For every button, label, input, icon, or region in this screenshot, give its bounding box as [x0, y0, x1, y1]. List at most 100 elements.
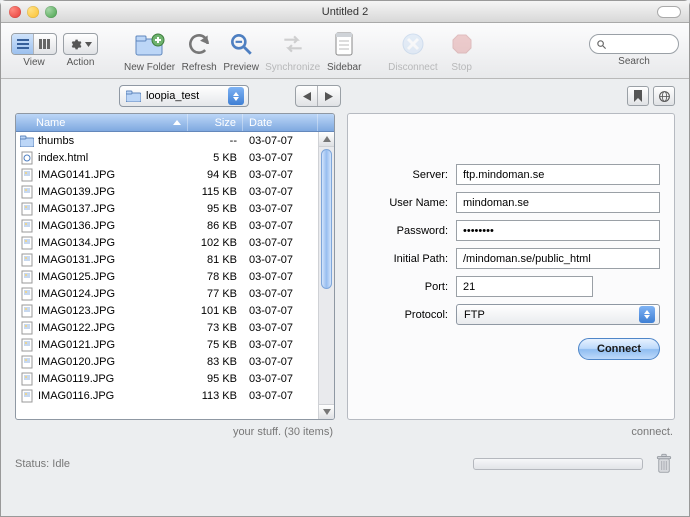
sidebar-button[interactable]: [326, 28, 362, 60]
file-date: 03-07-07: [243, 288, 318, 300]
sidebar-label: Sidebar: [327, 62, 361, 73]
scrollbar-thumb[interactable]: [321, 149, 332, 289]
port-field[interactable]: [456, 276, 593, 297]
file-date: 03-07-07: [243, 322, 318, 334]
table-row[interactable]: IMAG0119.JPG95 KB03-07-07: [16, 370, 318, 387]
forward-button[interactable]: [318, 86, 340, 106]
globe-button[interactable]: [653, 86, 675, 106]
file-size: 115 KB: [188, 186, 243, 198]
view-mode-segment[interactable]: [11, 33, 57, 55]
protocol-label: Protocol:: [362, 309, 448, 321]
list-view-icon[interactable]: [12, 34, 34, 54]
file-size: 86 KB: [188, 220, 243, 232]
folder-icon: [126, 90, 141, 102]
item-count: your stuff. (30 items): [15, 420, 335, 438]
file-name: IMAG0122.JPG: [38, 322, 115, 334]
column-date[interactable]: Date: [243, 114, 318, 131]
vertical-scrollbar[interactable]: [318, 132, 334, 419]
file-size: 95 KB: [188, 373, 243, 385]
username-field[interactable]: [456, 192, 660, 213]
file-size: 102 KB: [188, 237, 243, 249]
toolbar: View Action New Folder Refresh Preview S…: [1, 23, 689, 79]
image-icon: [20, 389, 34, 403]
bookmark-button[interactable]: [627, 86, 649, 106]
main-area: Name Size Date thumbs--03-07-07index.htm…: [1, 113, 689, 444]
table-row[interactable]: IMAG0139.JPG 115 KB03-07-07: [16, 183, 318, 200]
file-name: IMAG0116.JPG: [38, 390, 114, 402]
table-row[interactable]: IMAG0131.JPG81 KB03-07-07: [16, 251, 318, 268]
table-row[interactable]: thumbs --03-07-07: [16, 132, 318, 149]
file-size: --: [188, 135, 243, 147]
back-button[interactable]: [296, 86, 318, 106]
file-name: IMAG0119.JPG: [38, 373, 114, 385]
table-row[interactable]: index.html5 KB03-07-07: [16, 149, 318, 166]
table-row[interactable]: IMAG0122.JPG73 KB03-07-07: [16, 319, 318, 336]
password-label: Password:: [362, 225, 448, 237]
table-row[interactable]: IMAG0124.JPG77 KB03-07-07: [16, 285, 318, 302]
window-title: Untitled 2: [1, 6, 689, 18]
table-row[interactable]: IMAG0134.JPG102 KB03-07-07: [16, 234, 318, 251]
server-field[interactable]: [456, 164, 660, 185]
search-icon: [596, 39, 607, 50]
image-icon: [20, 338, 34, 352]
file-size: 95 KB: [188, 203, 243, 215]
table-row[interactable]: IMAG0123.JPG101 KB03-07-07: [16, 302, 318, 319]
initial-path-field[interactable]: [456, 248, 660, 269]
file-date: 03-07-07: [243, 305, 318, 317]
file-size: 77 KB: [188, 288, 243, 300]
column-size[interactable]: Size: [188, 114, 243, 131]
new-folder-label: New Folder: [124, 62, 175, 73]
history-nav[interactable]: [295, 85, 341, 107]
file-name: IMAG0141.JPG: [38, 169, 115, 181]
file-date: 03-07-07: [243, 339, 318, 351]
file-name: thumbs: [38, 135, 74, 147]
file-size: 78 KB: [188, 271, 243, 283]
column-name[interactable]: Name: [16, 114, 188, 131]
file-name: IMAG0121.JPG: [38, 339, 115, 351]
file-size: 81 KB: [188, 254, 243, 266]
image-icon: [20, 270, 34, 284]
file-date: 03-07-07: [243, 152, 318, 164]
table-row[interactable]: IMAG0116.JPG113 KB03-07-07: [16, 387, 318, 404]
refresh-button[interactable]: [181, 28, 217, 60]
titlebar: Untitled 2: [1, 1, 689, 23]
table-row[interactable]: IMAG0121.JPG 75 KB03-07-07: [16, 336, 318, 353]
image-icon: [20, 304, 34, 318]
chevron-down-icon: [85, 42, 92, 47]
trash-button[interactable]: [653, 452, 675, 476]
file-date: 03-07-07: [243, 356, 318, 368]
protocol-select[interactable]: FTP: [456, 304, 660, 325]
file-date: 03-07-07: [243, 135, 318, 147]
search-field[interactable]: [589, 34, 679, 54]
table-header[interactable]: Name Size Date: [16, 114, 334, 132]
folder-popup[interactable]: loopia_test: [119, 85, 249, 107]
table-row[interactable]: IMAG0136.JPG86 KB03-07-07: [16, 217, 318, 234]
table-row[interactable]: IMAG0137.JPG95 KB03-07-07: [16, 200, 318, 217]
scroll-down-icon[interactable]: [319, 404, 334, 419]
table-row[interactable]: IMAG0141.JPG94 KB03-07-07: [16, 166, 318, 183]
file-date: 03-07-07: [243, 203, 318, 215]
scroll-up-icon[interactable]: [319, 132, 334, 147]
file-name: index.html: [38, 152, 88, 164]
file-name: IMAG0123.JPG: [38, 305, 115, 317]
action-menu[interactable]: [63, 33, 98, 55]
protocol-value: FTP: [464, 309, 485, 321]
password-field[interactable]: [456, 220, 660, 241]
new-folder-button[interactable]: [132, 28, 168, 60]
image-icon: [20, 202, 34, 216]
progress-bar: [473, 458, 643, 470]
disconnect-label: Disconnect: [388, 62, 437, 73]
column-view-icon[interactable]: [34, 34, 56, 54]
preview-button[interactable]: [223, 28, 259, 60]
status-text: Status: Idle: [15, 458, 70, 470]
connect-button[interactable]: Connect: [578, 338, 660, 360]
file-date: 03-07-07: [243, 186, 318, 198]
table-row[interactable]: IMAG0120.JPG83 KB03-07-07: [16, 353, 318, 370]
file-size: 75 KB: [188, 339, 243, 351]
file-name: IMAG0125.JPG: [38, 271, 115, 283]
search-input[interactable]: [611, 38, 671, 50]
action-label: Action: [67, 57, 95, 68]
image-icon: [20, 236, 34, 250]
table-row[interactable]: IMAG0125.JPG78 KB03-07-07: [16, 268, 318, 285]
file-name: IMAG0139.JPG: [38, 186, 115, 198]
